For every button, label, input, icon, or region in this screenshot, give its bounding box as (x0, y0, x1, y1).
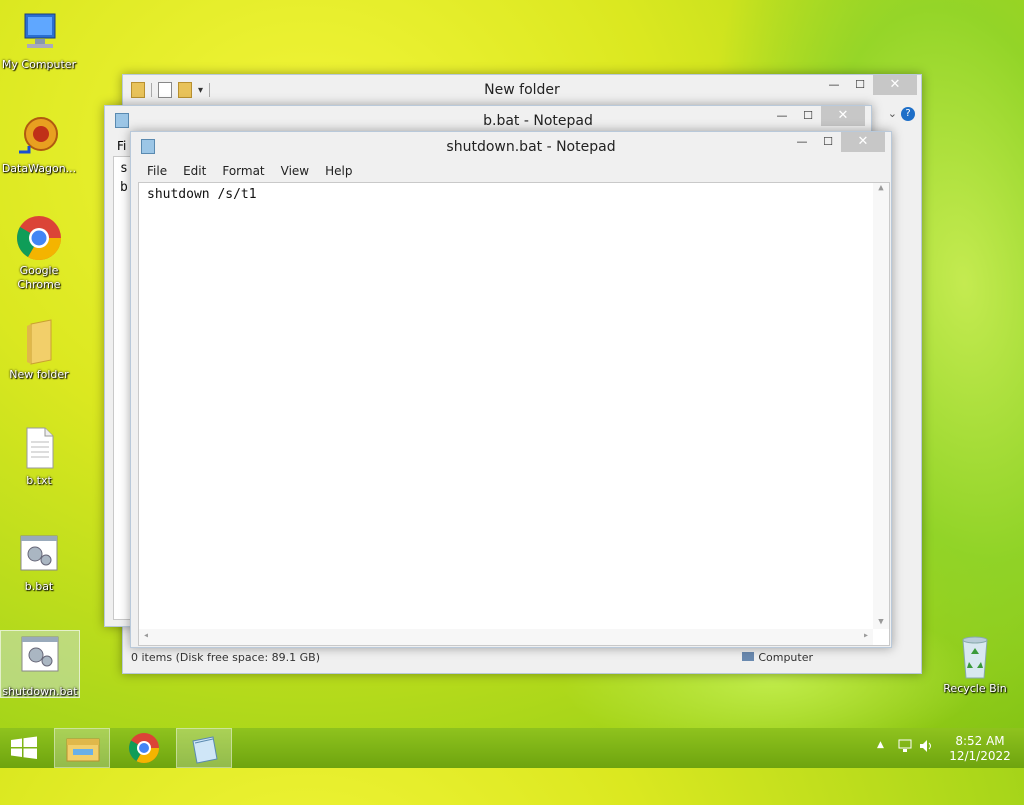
start-button[interactable] (0, 728, 48, 768)
scroll-left-icon[interactable]: ◂ (143, 630, 149, 641)
window-title: b.bat - Notepad (483, 113, 593, 129)
menu-edit[interactable]: Edit (175, 162, 214, 182)
desktop-icon-shutdown-bat[interactable]: shutdown.bat (0, 630, 80, 698)
status-location: Computer (742, 651, 813, 664)
folder-icon (15, 318, 63, 366)
batch-file-icon (16, 635, 64, 683)
desktop-icon-label: DataWagon... (1, 162, 77, 175)
minimize-button[interactable]: — (821, 75, 847, 95)
clock[interactable]: 8:52 AM 12/1/2022 (940, 734, 1020, 764)
status-bar: 0 items (Disk free space: 89.1 GB) Compu… (131, 651, 913, 667)
help-icon[interactable]: ? (901, 107, 915, 121)
menu-bar: File Edit Format View Help (131, 162, 891, 182)
menu-view[interactable]: View (273, 162, 317, 182)
minimize-button[interactable]: — (789, 132, 815, 152)
text-file-icon (15, 424, 63, 472)
maximize-button[interactable]: ☐ (795, 106, 821, 126)
menu-file-partial[interactable]: Fi (117, 139, 126, 153)
desktop-icon-datawagon[interactable]: DataWagon... (0, 112, 78, 176)
close-button[interactable]: ✕ (873, 75, 917, 95)
notepad-shutdown-window[interactable]: shutdown.bat - Notepad — ☐ ✕ File Edit F… (130, 131, 892, 648)
desktop-icon-b-bat[interactable]: b.bat (0, 530, 78, 594)
scroll-right-icon[interactable]: ▸ (863, 630, 869, 641)
taskbar-file-explorer[interactable] (54, 728, 110, 768)
taskbar-chrome[interactable] (116, 728, 172, 768)
taskbar: ▲ 8:52 AM 12/1/2022 (0, 728, 1024, 768)
close-button[interactable]: ✕ (841, 132, 885, 152)
maximize-button[interactable]: ☐ (847, 75, 873, 95)
system-tray: ▲ 8:52 AM 12/1/2022 (874, 728, 1024, 768)
vertical-scrollbar[interactable]: ▲ ▼ (873, 183, 889, 629)
menu-file[interactable]: File (139, 162, 175, 182)
clock-date: 12/1/2022 (949, 749, 1011, 763)
horizontal-scrollbar[interactable]: ◂ ▸ (139, 629, 873, 645)
computer-icon (742, 652, 755, 661)
text-content: shutdown /s/t1 (147, 187, 257, 202)
chrome-icon (128, 733, 159, 764)
desktop-icon-label: New folder (9, 368, 69, 381)
recycle-bin-icon (951, 632, 999, 680)
show-hidden-icons-icon[interactable]: ▲ (877, 740, 884, 750)
volume-icon[interactable] (918, 738, 934, 757)
windows-logo-icon (11, 736, 37, 759)
chrome-icon (15, 214, 63, 262)
scroll-down-icon[interactable]: ▼ (873, 617, 889, 627)
batch-file-icon (15, 530, 63, 578)
taskbar-notepad[interactable] (176, 728, 232, 768)
explorer-titlebar[interactable]: ▾ New folder — ☐ ✕ (123, 75, 921, 105)
desktop-icon-label: Google Chrome (17, 264, 61, 291)
desktop-icon-label: shutdown.bat (2, 685, 78, 698)
desktop-icon-label: My Computer (1, 58, 77, 71)
clock-time: 8:52 AM (955, 734, 1005, 748)
notepad-icon (192, 736, 218, 764)
network-icon[interactable] (898, 738, 912, 757)
menu-help[interactable]: Help (317, 162, 360, 182)
computer-icon (15, 8, 63, 56)
chevron-down-icon[interactable]: ⌄ (888, 107, 897, 121)
status-item-count: 0 items (Disk free space: 89.1 GB) (131, 651, 320, 664)
maximize-button[interactable]: ☐ (815, 132, 841, 152)
window-title: New folder (484, 82, 560, 98)
desktop-icon-label: b.txt (26, 474, 52, 487)
close-button[interactable]: ✕ (821, 106, 865, 126)
window-title: shutdown.bat - Notepad (446, 139, 616, 155)
datawagon-icon (15, 112, 63, 160)
desktop-icon-new-folder[interactable]: New folder (0, 318, 78, 382)
desktop-icon-label: b.bat (24, 580, 54, 593)
notepad-text-area[interactable]: shutdown /s/t1 ▲ ▼ ◂ ▸ (138, 182, 890, 646)
desktop-icon-google-chrome[interactable]: Google Chrome (0, 214, 78, 292)
scroll-up-icon[interactable]: ▲ (873, 183, 889, 193)
menu-format[interactable]: Format (214, 162, 272, 182)
desktop-icon-label: Recycle Bin (943, 682, 1007, 695)
minimize-button[interactable]: — (769, 106, 795, 126)
desktop-icon-recycle-bin[interactable]: Recycle Bin (936, 632, 1014, 696)
file-explorer-icon (66, 738, 100, 762)
desktop-icon-b-txt[interactable]: b.txt (0, 424, 78, 488)
notepad-b-titlebar[interactable]: b.bat - Notepad — ☐ ✕ (105, 106, 871, 134)
desktop-icon-my-computer[interactable]: My Computer (0, 8, 78, 72)
notepad-titlebar[interactable]: shutdown.bat - Notepad — ☐ ✕ (131, 132, 891, 160)
ribbon-controls: ⌄ ? (888, 107, 915, 121)
